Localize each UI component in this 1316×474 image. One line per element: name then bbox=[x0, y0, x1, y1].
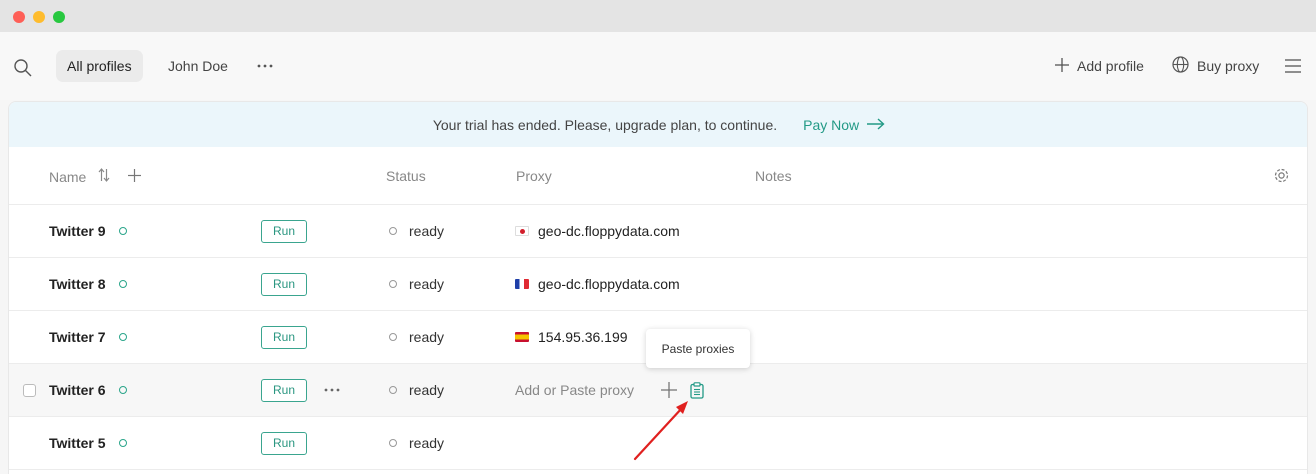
buy-proxy-label: Buy proxy bbox=[1197, 58, 1260, 74]
table-header: Name Status Proxy Notes bbox=[9, 148, 1307, 205]
status-column-label: Status bbox=[386, 168, 426, 184]
online-indicator-icon bbox=[118, 280, 127, 288]
trial-banner: Your trial has ended. Please, upgrade pl… bbox=[9, 102, 1307, 147]
status-label: ready bbox=[409, 329, 445, 345]
sort-icon[interactable] bbox=[98, 168, 110, 185]
run-cell: Run bbox=[261, 417, 308, 469]
run-cell: Run bbox=[261, 311, 308, 363]
notes-column-header: Notes bbox=[755, 168, 792, 184]
status-dot-icon bbox=[389, 280, 397, 288]
proxy-cell[interactable]: geo-dc.floppydata.com bbox=[515, 205, 680, 257]
paste-proxies-tooltip: Paste proxies bbox=[646, 329, 750, 368]
online-indicator-icon bbox=[118, 386, 127, 394]
hamburger-menu-icon[interactable] bbox=[1284, 56, 1302, 76]
window-titlebar bbox=[0, 0, 1316, 32]
run-button[interactable]: Run bbox=[261, 219, 308, 243]
status-label: ready bbox=[409, 435, 445, 451]
trial-message: Your trial has ended. Please, upgrade pl… bbox=[432, 116, 778, 133]
tab-john-doe[interactable]: John Doe bbox=[168, 50, 228, 82]
zoom-window-button[interactable] bbox=[53, 11, 65, 23]
arrow-right-icon bbox=[867, 117, 885, 133]
row-more-icon[interactable] bbox=[323, 364, 341, 416]
status-dot-icon bbox=[389, 386, 397, 394]
row-checkbox[interactable] bbox=[23, 364, 36, 416]
table-row[interactable]: Twitter 8 Run ready geo-dc.floppydata.co… bbox=[9, 258, 1307, 311]
status-label: ready bbox=[409, 223, 445, 239]
tab-all-profiles[interactable]: All profiles bbox=[56, 50, 143, 82]
globe-icon bbox=[1172, 56, 1189, 76]
pay-now-label: Pay Now bbox=[803, 116, 860, 133]
profile-name-label: Twitter 7 bbox=[49, 329, 106, 345]
buy-proxy-button[interactable]: Buy proxy bbox=[1172, 50, 1259, 82]
proxy-host: 154.95.36.199 bbox=[538, 329, 628, 345]
run-cell: Run bbox=[261, 364, 308, 416]
status-column-header: Status bbox=[386, 168, 426, 184]
profile-name: Twitter 5 bbox=[49, 417, 127, 469]
proxy-host: geo-dc.floppydata.com bbox=[538, 276, 680, 292]
add-profile-button[interactable]: Add profile bbox=[1055, 50, 1144, 82]
profile-name: Twitter 6 bbox=[49, 364, 127, 416]
run-cell: Run bbox=[261, 205, 308, 257]
notes-column-label: Notes bbox=[755, 168, 792, 184]
online-indicator-icon bbox=[118, 333, 127, 341]
tab-label: John Doe bbox=[168, 58, 228, 74]
run-button[interactable]: Run bbox=[261, 272, 308, 296]
proxy-column-label: Proxy bbox=[516, 168, 552, 184]
gear-icon[interactable] bbox=[1273, 167, 1290, 184]
profile-name-label: Twitter 8 bbox=[49, 276, 106, 292]
online-indicator-icon bbox=[118, 227, 127, 235]
add-profile-label: Add profile bbox=[1077, 58, 1144, 74]
close-window-button[interactable] bbox=[13, 11, 25, 23]
search-icon[interactable] bbox=[13, 58, 33, 78]
proxy-column-header: Proxy bbox=[516, 168, 552, 184]
status-cell: ready bbox=[389, 205, 444, 257]
proxy-cell[interactable]: geo-dc.floppydata.com bbox=[515, 258, 680, 310]
name-column-header: Name bbox=[49, 168, 142, 185]
profile-name-label: Twitter 5 bbox=[49, 435, 106, 451]
status-dot-icon bbox=[389, 333, 397, 341]
profile-name: Twitter 9 bbox=[49, 205, 127, 257]
profile-name-label: Twitter 9 bbox=[49, 223, 106, 239]
status-cell: ready bbox=[389, 311, 444, 363]
minimize-window-button[interactable] bbox=[33, 11, 45, 23]
status-dot-icon bbox=[389, 227, 397, 235]
japan-flag-icon bbox=[515, 226, 529, 236]
add-column-plus-icon[interactable] bbox=[128, 168, 142, 185]
pay-now-link[interactable]: Pay Now bbox=[803, 117, 885, 133]
status-cell: ready bbox=[389, 417, 444, 469]
tooltip-text: Paste proxies bbox=[661, 341, 735, 356]
run-button[interactable]: Run bbox=[261, 325, 308, 349]
status-cell: ready bbox=[389, 364, 444, 416]
run-button[interactable]: Run bbox=[261, 378, 308, 402]
proxy-cell[interactable]: 154.95.36.199 bbox=[515, 311, 628, 363]
profile-name-label: Twitter 6 bbox=[49, 382, 106, 398]
run-button[interactable]: Run bbox=[261, 431, 308, 455]
add-proxy-placeholder[interactable]: Add or Paste proxy bbox=[515, 364, 634, 416]
top-toolbar: All profiles John Doe Add profile Buy pr… bbox=[0, 32, 1316, 100]
tab-label: All profiles bbox=[67, 58, 132, 74]
status-cell: ready bbox=[389, 258, 444, 310]
profile-name: Twitter 8 bbox=[49, 258, 127, 310]
online-indicator-icon bbox=[118, 439, 127, 447]
proxy-host: geo-dc.floppydata.com bbox=[538, 223, 680, 239]
status-label: ready bbox=[409, 382, 445, 398]
plus-icon bbox=[1055, 57, 1069, 75]
table-row[interactable]: Twitter 9 Run ready geo-dc.floppydata.co… bbox=[9, 205, 1307, 258]
more-horizontal-icon[interactable] bbox=[256, 50, 274, 82]
spain-flag-icon bbox=[515, 332, 529, 342]
status-dot-icon bbox=[389, 439, 397, 447]
france-flag-icon bbox=[515, 279, 529, 289]
name-column-label: Name bbox=[49, 168, 87, 185]
run-cell: Run bbox=[261, 258, 308, 310]
red-arrow-annotation-icon bbox=[633, 401, 688, 461]
profile-name: Twitter 7 bbox=[49, 311, 127, 363]
status-label: ready bbox=[409, 276, 445, 292]
checkbox-box[interactable] bbox=[23, 383, 36, 397]
